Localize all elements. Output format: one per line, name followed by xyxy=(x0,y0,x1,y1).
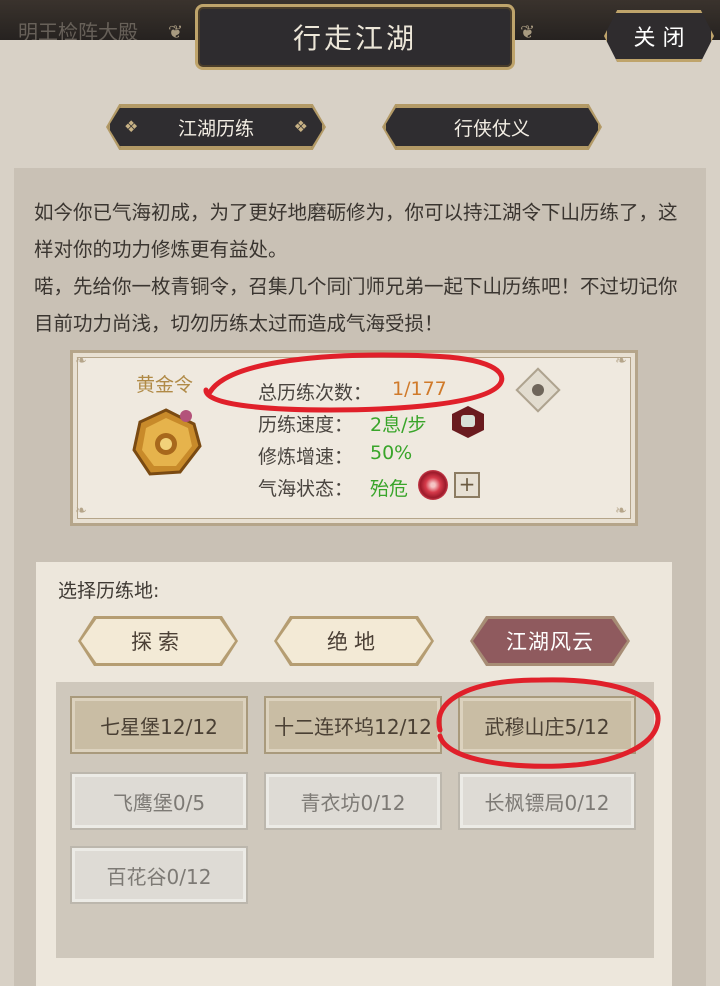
corner-ornament-icon: ❧ xyxy=(75,503,87,519)
select-location-label: 选择历练地: xyxy=(58,580,160,602)
location-label: 百花谷0/12 xyxy=(106,864,212,889)
stat-label-growth: 修炼增速： xyxy=(258,446,354,468)
location-label: 武穆山庄5/12 xyxy=(484,714,610,739)
stat-value-qihai: 殆危 xyxy=(370,478,409,500)
corner-ornament-icon: ❧ xyxy=(615,503,627,519)
corner-ornament-icon: ❧ xyxy=(615,353,627,369)
location-label: 飞鹰堡0/5 xyxy=(112,790,206,815)
category-label: 绝地 xyxy=(327,630,381,654)
location-qixingbao[interactable]: 七星堡12/12 xyxy=(70,696,248,754)
category-jianghu-fengyun[interactable]: 江湖风云 xyxy=(470,616,630,666)
close-button-label: 关 闭 xyxy=(633,26,685,51)
location-qingyifang[interactable]: 青衣坊0/12 xyxy=(264,772,442,830)
page-title: 行走江湖 xyxy=(195,4,515,70)
tab-xingxia-zhangyi[interactable]: 行侠仗义 xyxy=(384,106,600,148)
description-paragraph: 喏，先给你一枚青铜令，召集几个同门师兄弟一起下山历练吧！不过切记你目前功力尚浅，… xyxy=(34,275,678,335)
description-paragraph: 如今你已气海初成，为了更好地磨砺修为，你可以持江湖令下山历练了，这样对你的功力修… xyxy=(34,201,678,261)
location-label: 长枫镖局0/12 xyxy=(484,790,610,815)
location-label: 十二连环坞12/12 xyxy=(274,714,432,739)
stat-label-total: 总历练次数： xyxy=(258,382,373,404)
close-button[interactable]: 关 闭 xyxy=(604,10,714,62)
location-label: 七星堡12/12 xyxy=(100,714,218,739)
stat-value-growth: 50% xyxy=(370,442,413,464)
location-shierlianhuanwu[interactable]: 十二连环坞12/12 xyxy=(264,696,442,754)
location-baihuagu[interactable]: 百花谷0/12 xyxy=(70,846,248,904)
tab-jianghu-lilian[interactable]: ❖ 江湖历练 ❖ xyxy=(108,106,324,148)
stat-value-total: 1/177 xyxy=(392,378,447,400)
category-tansuo[interactable]: 探索 xyxy=(78,616,238,666)
gold-token-icon xyxy=(132,408,202,476)
add-qihai-button[interactable]: + xyxy=(454,472,480,498)
stat-label-qihai: 气海状态： xyxy=(258,478,354,500)
tab-ornament-icon: ❖ xyxy=(124,117,139,136)
stat-value-speed: 2息/步 xyxy=(370,414,427,436)
location-changfengbiaoju[interactable]: 长枫镖局0/12 xyxy=(458,772,636,830)
category-label: 探索 xyxy=(131,630,185,654)
title-ornament-right-icon: ❦ xyxy=(520,22,536,43)
title-ornament-left-icon: ❦ xyxy=(168,22,184,43)
category-juedi[interactable]: 绝地 xyxy=(274,616,434,666)
location-wumushanzhuang[interactable]: 武穆山庄5/12 xyxy=(458,696,636,754)
location-label: 青衣坊0/12 xyxy=(300,790,406,815)
corner-ornament-icon: ❧ xyxy=(75,353,87,369)
location-feiyingbao[interactable]: 飞鹰堡0/5 xyxy=(70,772,248,830)
tab-label: 行侠仗义 xyxy=(453,117,530,140)
page-title-text: 行走江湖 xyxy=(292,22,417,55)
description-text: 如今你已气海初成，为了更好地磨砺修为，你可以持江湖令下山历练了，这样对你的功力修… xyxy=(34,194,684,342)
qihai-swirl-icon xyxy=(418,470,448,500)
category-label: 江湖风云 xyxy=(506,630,594,654)
token-name: 黄金令 xyxy=(136,374,194,396)
tab-ornament-icon: ❖ xyxy=(293,117,308,136)
stat-label-speed: 历练速度： xyxy=(258,414,354,436)
tab-label: 江湖历练 xyxy=(177,117,254,140)
